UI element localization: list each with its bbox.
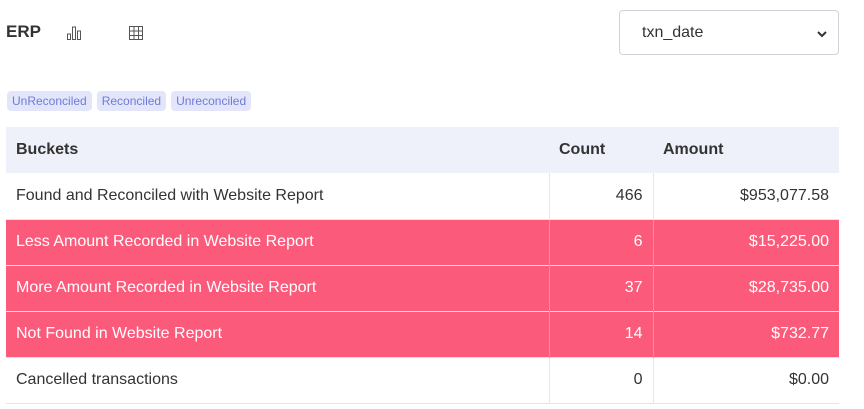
amount-cell: $953,077.58	[740, 186, 829, 204]
filter-badge-reconciled[interactable]: Reconciled	[96, 91, 167, 111]
amount-cell: $732.77	[771, 325, 829, 342]
count-cell: 14	[549, 311, 654, 357]
count-cell: 37	[549, 265, 654, 311]
bucket-cell: Not Found in Website Report	[6, 311, 550, 357]
column-header-count: Count	[559, 141, 606, 158]
count-cell: 0	[549, 357, 654, 403]
date-field-select[interactable]: txn_date	[619, 10, 839, 55]
status-filter-badges: UnReconciled Reconciled Unreconciled	[7, 91, 252, 111]
table-row[interactable]: Cancelled transactions 0 $0.00	[6, 357, 839, 403]
column-header-buckets: Buckets	[16, 141, 79, 158]
table-row[interactable]: Less Amount Recorded in Website Report 6 $…	[6, 219, 839, 265]
table-row[interactable]: Not Found in Website Report 14 $732.77	[6, 311, 839, 357]
buckets-table: Buckets Count Amount Found and Reconcile…	[6, 127, 839, 404]
column-header-amount: Amount	[663, 141, 724, 158]
filter-badge-unreconciled[interactable]: UnReconciled	[7, 91, 92, 111]
table-row[interactable]: Found and Reconciled with Website Report…	[6, 173, 839, 219]
amount-cell: $15,225.00	[748, 233, 829, 250]
bucket-cell: Less Amount Recorded in Website Report	[6, 219, 550, 265]
bucket-cell: Cancelled transactions	[6, 357, 550, 403]
table-grid-icon[interactable]	[126, 23, 146, 43]
table-row[interactable]: More Amount Recorded in Website Report 37…	[6, 265, 839, 311]
chevron-down-icon	[816, 27, 828, 45]
amount-cell: $0.00	[788, 371, 829, 388]
amount-cell: $28,735.00	[748, 279, 829, 296]
table-header-row: Buckets Count Amount	[6, 127, 839, 173]
date-field-select-value: txn_date	[642, 23, 704, 41]
table-body: Found and Reconciled with Website Report…	[6, 173, 839, 403]
page-title: ERP	[6, 22, 41, 41]
filter-badge-unreconciled-alt[interactable]: Unreconciled	[171, 91, 252, 111]
count-cell: 6	[549, 219, 654, 265]
page-header: ERP txn_date	[0, 0, 864, 64]
bar-chart-icon[interactable]	[64, 23, 84, 43]
bucket-cell: Found and Reconciled with Website Report	[6, 173, 550, 219]
count-cell: 466	[549, 173, 654, 219]
bucket-cell: More Amount Recorded in Website Report	[6, 265, 550, 311]
